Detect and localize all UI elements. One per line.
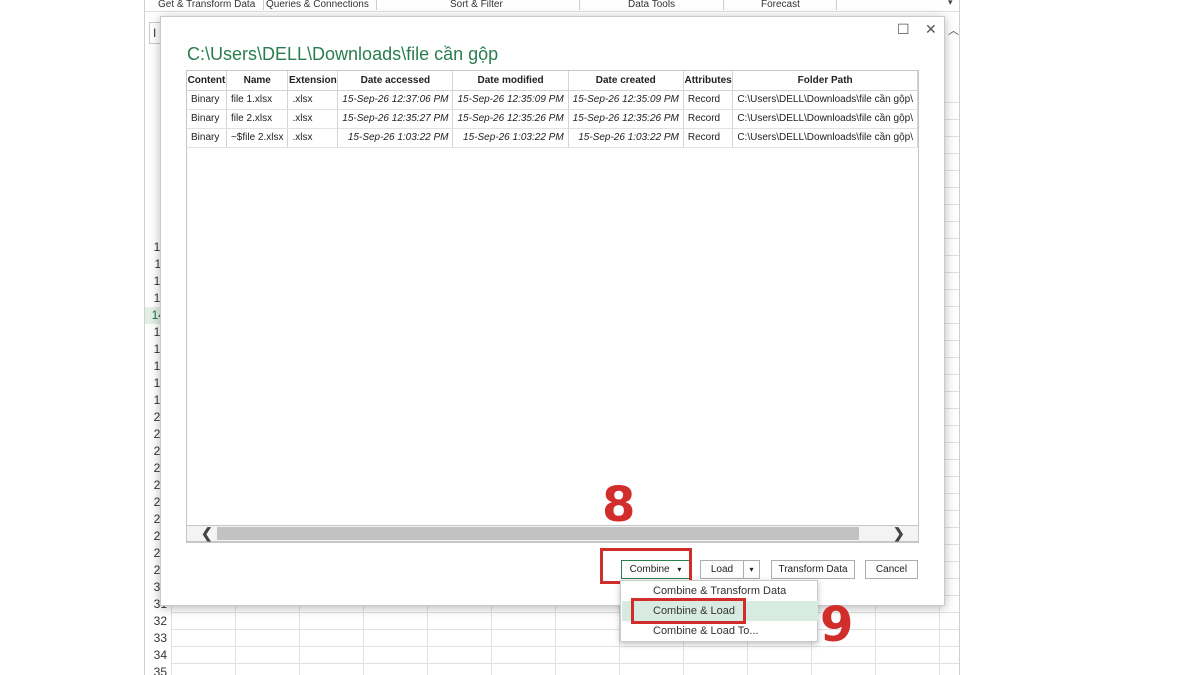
screen: Get & Transform Data Queries & Connectio…	[0, 0, 1200, 675]
highlight-combine	[600, 548, 692, 584]
cell-date-accessed: 15-Sep-26 12:37:06 PM	[337, 90, 454, 110]
table-row[interactable]: Binary file 1.xlsx .xlsx 15-Sep-26 12:37…	[187, 90, 918, 110]
cell-content[interactable]: Binary	[187, 128, 227, 148]
cell-date-created: 15-Sep-26 1:03:22 PM	[568, 128, 684, 148]
col-header-name[interactable]: Name	[226, 71, 289, 91]
grid-row-line	[171, 663, 959, 664]
cell-extension: .xlsx	[287, 90, 339, 110]
table-row[interactable]: Binary ~$file 2.xlsx .xlsx 15-Sep-26 1:0…	[187, 128, 918, 148]
cell-content[interactable]: Binary	[187, 109, 227, 129]
cancel-button[interactable]: Cancel	[865, 560, 918, 579]
cell-folder-path: C:\Users\DELL\Downloads\file cần gộp\	[732, 90, 918, 110]
scroll-right-icon[interactable]: ❯	[893, 525, 905, 542]
ribbon-group-get-transform: Get & Transform Data	[158, 0, 256, 10]
cell-extension: .xlsx	[287, 128, 339, 148]
row-header[interactable]: 32	[145, 613, 171, 630]
cell-content[interactable]: Binary	[187, 90, 227, 110]
cell-date-accessed: 15-Sep-26 1:03:22 PM	[337, 128, 454, 148]
cell-folder-path: C:\Users\DELL\Downloads\file cần gộp\	[732, 109, 918, 129]
ribbon-group-sort-filter: Sort & Filter	[450, 0, 503, 10]
scroll-left-icon[interactable]: ❮	[201, 525, 213, 542]
table-header-row: Content Name Extension Date accessed Dat…	[187, 71, 918, 91]
maximize-icon[interactable]: ☐	[897, 21, 910, 38]
cell-date-modified: 15-Sep-26 12:35:26 PM	[452, 109, 569, 129]
dialog-title: C:\Users\DELL\Downloads\file cần gộp	[187, 44, 499, 64]
ribbon-group-data-tools: Data Tools	[628, 0, 676, 10]
navigator-dialog: ☐ ✕ C:\Users\DELL\Downloads\file cần gộp…	[160, 16, 945, 606]
scrollbar-thumb[interactable]	[217, 527, 859, 540]
col-header-content[interactable]: Content	[187, 71, 227, 91]
col-header-date-created[interactable]: Date created	[568, 71, 684, 91]
cell-date-created: 15-Sep-26 12:35:09 PM	[568, 90, 684, 110]
cell-attributes[interactable]: Record	[683, 128, 734, 148]
col-header-attributes[interactable]: Attributes	[683, 71, 734, 91]
file-table: Content Name Extension Date accessed Dat…	[186, 70, 919, 543]
cell-name: file 1.xlsx	[226, 90, 289, 110]
ribbon-group-labels: Get & Transform Data Queries & Connectio…	[145, 0, 959, 12]
transform-data-button[interactable]: Transform Data	[771, 560, 855, 579]
menu-item-combine-load-to[interactable]: Combine & Load To...	[622, 621, 818, 641]
cell-attributes[interactable]: Record	[683, 90, 734, 110]
col-header-folder-path[interactable]: Folder Path	[732, 71, 918, 91]
row-header[interactable]: 34	[145, 647, 171, 664]
col-header-date-modified[interactable]: Date modified	[452, 71, 569, 91]
step-8-label: 8	[602, 477, 636, 533]
load-dropdown-icon[interactable]: ▾	[743, 560, 760, 579]
ribbon-group-queries: Queries & Connections	[266, 0, 369, 10]
table-row[interactable]: Binary file 2.xlsx .xlsx 15-Sep-26 12:35…	[187, 109, 918, 129]
cell-date-created: 15-Sep-26 12:35:26 PM	[568, 109, 684, 129]
horizontal-scrollbar[interactable]: ❮ ❯	[186, 525, 919, 542]
row-header[interactable]: 33	[145, 630, 171, 647]
cell-attributes[interactable]: Record	[683, 109, 734, 129]
cell-date-modified: 15-Sep-26 1:03:22 PM	[452, 128, 569, 148]
cell-date-accessed: 15-Sep-26 12:35:27 PM	[337, 109, 454, 129]
ribbon-scroll-down-icon[interactable]: ▾	[948, 0, 953, 8]
col-header-extension[interactable]: Extension	[287, 71, 339, 91]
highlight-combine-load	[631, 598, 746, 624]
close-icon[interactable]: ✕	[925, 21, 937, 38]
load-button[interactable]: Load	[700, 560, 744, 579]
row-header[interactable]: 35	[145, 664, 171, 675]
cell-date-modified: 15-Sep-26 12:35:09 PM	[452, 90, 569, 110]
cell-name: file 2.xlsx	[226, 109, 289, 129]
step-9-label: 9	[820, 597, 854, 653]
cell-extension: .xlsx	[287, 109, 339, 129]
cell-name: ~$file 2.xlsx	[226, 128, 289, 148]
ribbon-group-forecast: Forecast	[761, 0, 800, 10]
cell-folder-path: C:\Users\DELL\Downloads\file cần gộp\	[732, 128, 918, 148]
collapse-ribbon-icon[interactable]: ︿	[948, 22, 959, 38]
col-header-date-accessed[interactable]: Date accessed	[337, 71, 454, 91]
